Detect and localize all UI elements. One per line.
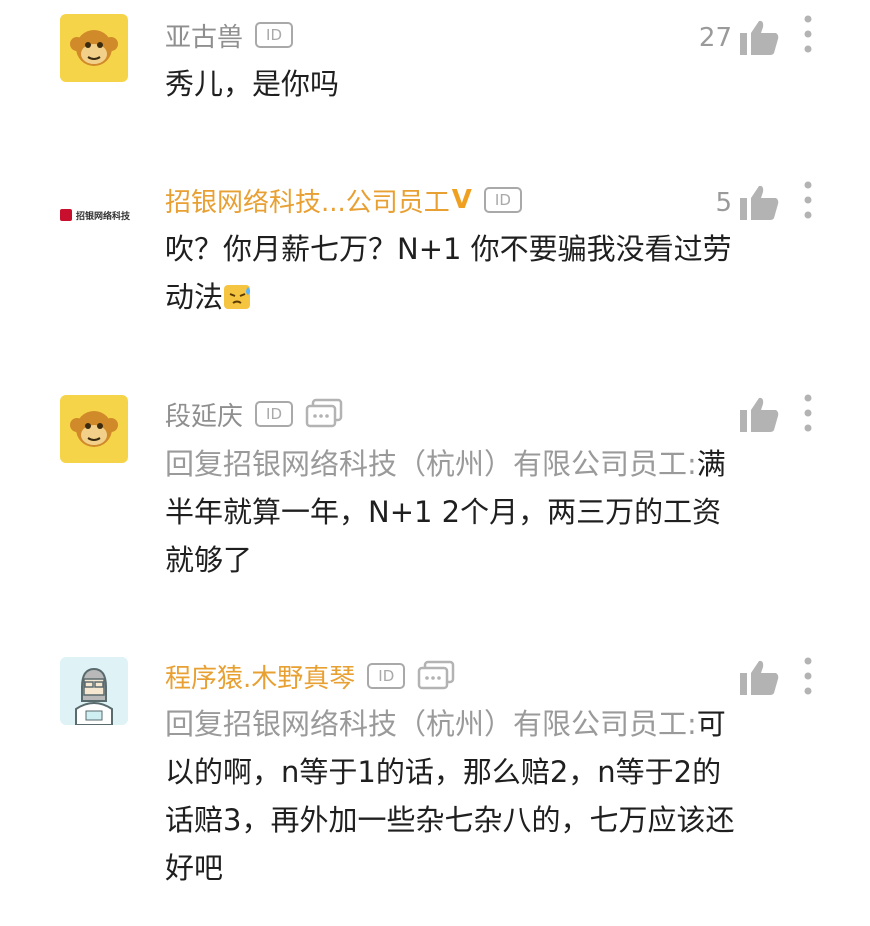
comment-item: 程序猿.木野真琴 ID 回复招银网络科技（杭州）有限公司员工:可以的啊，n等于1… xyxy=(0,0,870,926)
username[interactable]: 程序猿.木野真琴 xyxy=(165,658,355,695)
programmer-avatar-icon xyxy=(60,657,128,725)
thumbs-up-icon xyxy=(740,660,779,695)
comment-header: 程序猿.木野真琴 ID xyxy=(165,658,455,694)
chat-bubble-icon[interactable] xyxy=(417,660,455,692)
id-badge-icon: ID xyxy=(367,663,406,689)
comment-text: 回复招银网络科技（杭州）有限公司员工:可以的啊，n等于1的话，那么赔2，n等于2… xyxy=(165,700,735,892)
avatar[interactable] xyxy=(60,657,128,725)
more-vertical-icon[interactable] xyxy=(800,656,816,696)
like-button[interactable] xyxy=(732,658,780,698)
reply-prefix[interactable]: 回复招银网络科技（杭州）有限公司员工: xyxy=(165,707,697,741)
